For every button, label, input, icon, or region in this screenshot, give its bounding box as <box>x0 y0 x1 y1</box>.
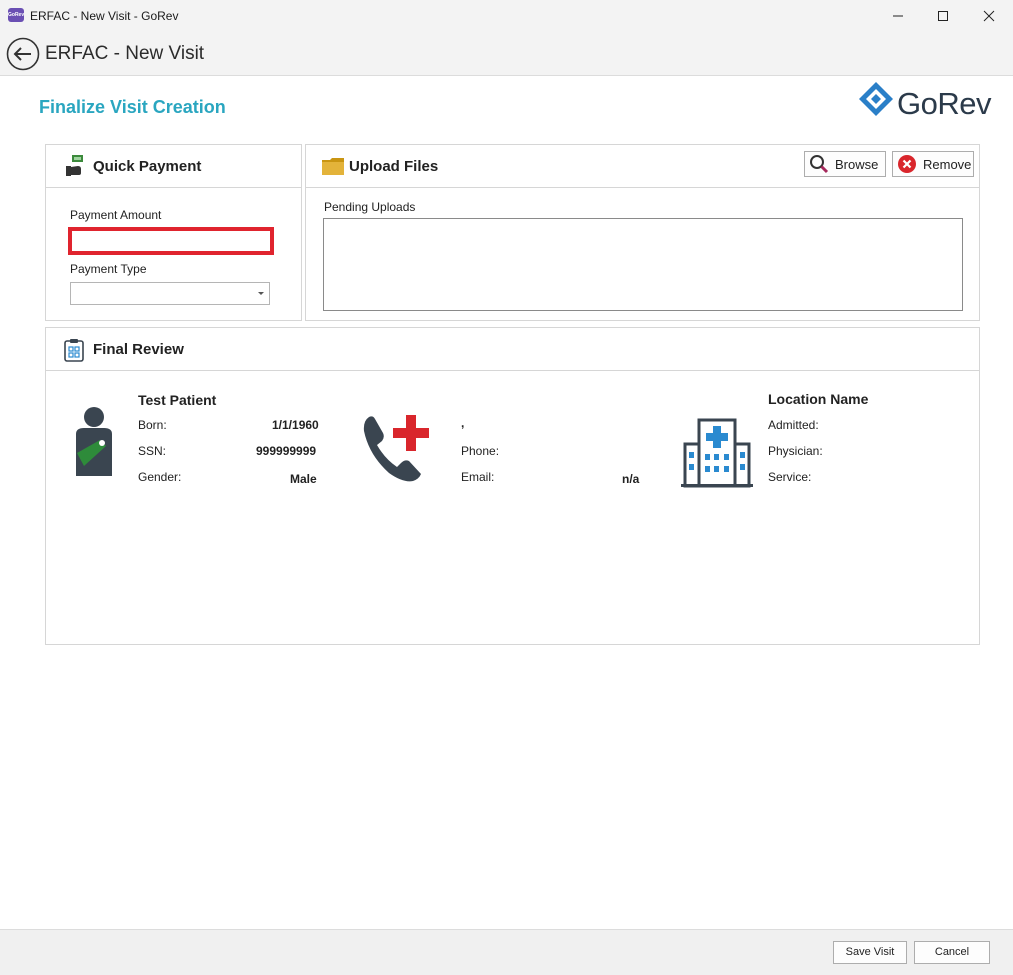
quick-payment-header: Quick Payment <box>46 145 301 188</box>
save-visit-button[interactable]: Save Visit <box>833 941 907 964</box>
cancel-button[interactable]: Cancel <box>914 941 990 964</box>
phone-medical-icon <box>363 415 429 482</box>
page-title: Finalize Visit Creation <box>39 97 226 117</box>
browse-button[interactable]: Browse <box>804 151 886 177</box>
quick-payment-panel: Quick Payment Payment Amount Payment Typ… <box>45 144 302 321</box>
app-icon: GoRev <box>8 8 24 22</box>
payment-type-select[interactable] <box>70 282 270 305</box>
born-label: Born: <box>138 418 167 432</box>
quick-payment-title: Quick Payment <box>93 158 202 175</box>
back-arrow-icon <box>6 37 40 71</box>
final-review-header: Final Review <box>46 328 979 371</box>
upload-files-title: Upload Files <box>349 158 439 175</box>
ssn-label: SSN: <box>138 444 167 458</box>
footer-bar: Save Visit Cancel <box>0 929 1013 975</box>
upload-files-panel: Upload Files Browse Remove Pending Uploa… <box>305 144 980 321</box>
patient-name: Test Patient <box>138 392 217 408</box>
hospital-icon <box>681 418 753 488</box>
logo-text: GoRev <box>897 86 991 121</box>
maximize-button[interactable] <box>920 0 966 31</box>
remove-label: Remove <box>923 156 972 172</box>
ssn-value: 999999999 <box>256 444 317 458</box>
chevron-down-icon <box>258 292 264 295</box>
folder-icon <box>322 158 344 175</box>
clipboard-checklist-icon <box>64 339 84 362</box>
pending-uploads-label: Pending Uploads <box>324 200 416 214</box>
gender-label: Gender: <box>138 470 182 484</box>
minimize-button[interactable] <box>875 0 921 31</box>
service-label: Service: <box>768 470 812 484</box>
admitted-label: Admitted: <box>768 418 819 432</box>
payment-amount-input[interactable] <box>68 227 274 255</box>
search-icon <box>810 155 829 174</box>
payment-type-label: Payment Type <box>70 262 147 276</box>
gender-value: Male <box>290 472 317 486</box>
payment-amount-label: Payment Amount <box>70 208 162 222</box>
physician-label: Physician: <box>768 444 823 458</box>
maximize-icon <box>938 10 948 21</box>
close-button[interactable] <box>966 0 1012 31</box>
minimize-icon <box>893 15 903 16</box>
final-review-panel: Final Review Test Patient Born: 1/1/1960… <box>45 327 980 645</box>
final-review-title: Final Review <box>93 341 184 358</box>
location-name: Location Name <box>768 391 869 407</box>
close-icon <box>983 10 995 21</box>
window-title: ERFAC - New Visit - GoRev <box>30 9 179 23</box>
remove-button[interactable]: Remove <box>892 151 974 177</box>
payment-hand-icon <box>66 155 83 176</box>
remove-icon <box>898 155 916 173</box>
browse-label: Browse <box>835 156 879 172</box>
app-header: ERFAC - New Visit <box>0 31 1013 76</box>
born-value: 1/1/1960 <box>272 418 319 432</box>
pending-uploads-list[interactable] <box>323 218 963 311</box>
patient-icon <box>76 407 112 476</box>
phone-label: Phone: <box>461 444 500 458</box>
email-label: Email: <box>461 470 495 484</box>
window-titlebar: GoRev ERFAC - New Visit - GoRev <box>0 0 1013 31</box>
contact-name: , <box>461 416 465 430</box>
upload-files-header: Upload Files Browse Remove <box>306 145 979 188</box>
email-value: n/a <box>622 472 640 486</box>
back-button[interactable] <box>6 37 40 71</box>
header-title: ERFAC - New Visit <box>45 43 205 64</box>
